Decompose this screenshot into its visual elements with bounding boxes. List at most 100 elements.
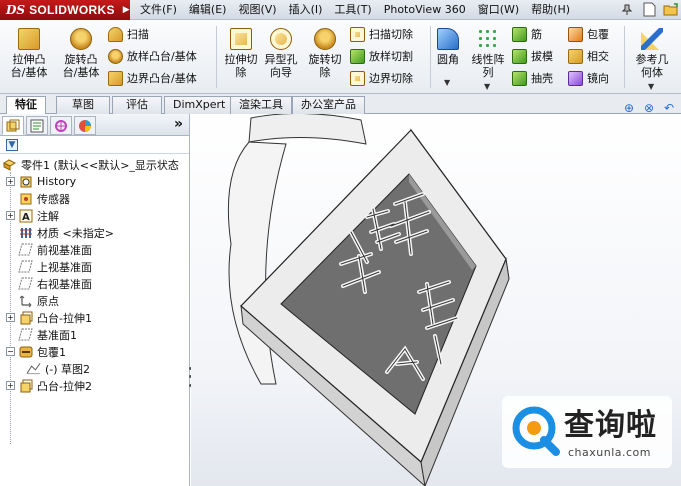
menu-view[interactable]: 视图(V) [238,0,276,20]
tree-item-label: 材质 <未指定> [37,226,114,240]
wrap-button[interactable]: 包覆 [568,24,609,44]
reference-geometry-dropdown-icon[interactable]: ▼ [648,82,654,91]
tab-dimxpert[interactable]: DimXpert [164,96,235,114]
shell-button[interactable]: 抽壳 [512,68,553,88]
tree-item-label: History [37,175,77,188]
menu-window[interactable]: 窗口(W) [478,0,519,20]
plane-icon [18,277,33,291]
property-icon [30,119,44,132]
chaxunla-logo-icon [512,406,560,456]
tree-item-part[interactable]: 零件1 (默认<<默认>_显示状态 [2,156,179,173]
sweep-button[interactable]: 扫描 [108,24,149,44]
zoom-to-fit-icon[interactable]: ⊕ [621,101,637,115]
revolve-cut-button[interactable]: 旋转切 除 [300,26,350,79]
reference-geometry-icon [641,28,663,50]
menu-insert[interactable]: 插入(I) [289,0,323,20]
revolve-boss-button[interactable]: 旋转凸 台/基体 [56,26,106,79]
feature-tree: 零件1 (默认<<默认>_显示状态 + History 传感器 + A 注解 材… [0,154,189,484]
tree-item-label: 原点 [37,294,59,308]
tree-item-boss-extrude2[interactable]: + 凸台-拉伸2 [6,377,92,394]
tree-item-right-plane[interactable]: 右视基准面 [6,275,92,292]
plane-icon [18,243,33,257]
hole-wizard-button[interactable]: 异型孔 向导 [256,26,306,79]
boundary-boss-button[interactable]: 边界凸台/基体 [108,68,197,88]
rib-label: 筋 [531,28,542,41]
tab-evaluate[interactable]: 评估 [112,96,162,114]
logo-menu-arrow-icon[interactable]: ▶ [123,5,130,15]
panel-expand-icon[interactable]: » [174,116,183,132]
sweep-icon [108,26,123,42]
expand-toggle-icon[interactable]: + [6,381,15,390]
open-folder-icon[interactable] [661,1,681,18]
expand-toggle-icon[interactable]: + [6,313,15,322]
tab-office-products[interactable]: 办公室产品 [292,96,365,114]
rib-button[interactable]: 筋 [512,24,542,44]
fillet-dropdown-icon[interactable]: ▼ [444,78,450,87]
tab-sketch[interactable]: 草图 [56,96,110,114]
boundary-cut-button[interactable]: 边界切除 [350,68,413,88]
draft-button[interactable]: 拔模 [512,46,553,66]
pattern-dropdown-icon[interactable]: ▼ [484,82,490,91]
boundary-boss-label: 边界凸台/基体 [127,72,197,85]
tree-item-sensors[interactable]: 传感器 [6,190,70,207]
sketch-icon [26,362,41,376]
menu-file[interactable]: 文件(F) [140,0,177,20]
pin-icon[interactable] [617,1,637,18]
tree-item-plane1[interactable]: 基准面1 [6,326,77,343]
linear-pattern-button[interactable]: 线性阵 列 [466,26,510,79]
hole-wizard-icon [270,28,292,50]
new-document-icon[interactable] [639,1,659,18]
mirror-button[interactable]: 镜向 [568,68,609,88]
tree-item-origin[interactable]: 原点 [6,292,59,309]
property-manager-tab[interactable] [26,116,48,135]
display-manager-tab[interactable] [74,116,96,135]
wrap-icon [568,26,583,42]
extrude-boss-label-1: 拉伸凸 [12,53,46,66]
tree-item-history[interactable]: + History [6,173,76,190]
menu-help[interactable]: 帮助(H) [531,0,570,20]
tab-features[interactable]: 特征 [6,96,46,115]
extrude-boss-button[interactable]: 拉伸凸 台/基体 [4,26,54,79]
menu-edit[interactable]: 编辑(E) [189,0,227,20]
intersect-button[interactable]: 相交 [568,46,609,66]
fillet-icon [437,28,459,50]
extrude-boss-icon [18,28,40,50]
menu-photoview[interactable]: PhotoView 360 [384,0,466,20]
command-manager-ribbon: 拉伸凸 台/基体 旋转凸 台/基体 扫描 放样凸台/基体 边界凸台/基体 拉伸切… [0,20,681,94]
tree-item-annotations[interactable]: + A 注解 [6,207,59,224]
tree-item-material[interactable]: 材质 <未指定> [6,224,114,241]
mirror-label: 镜向 [587,72,609,85]
expand-toggle-icon[interactable]: + [6,177,15,186]
tree-item-boss-extrude1[interactable]: + 凸台-拉伸1 [6,309,92,326]
tree-item-sketch2[interactable]: (-) 草图2 [26,360,90,377]
intersect-icon [568,48,583,64]
tree-item-top-plane[interactable]: 上视基准面 [6,258,92,275]
filter-icon[interactable]: ▼ [6,138,18,151]
collapse-toggle-icon[interactable]: − [6,347,15,356]
plane-icon [18,260,33,274]
previous-view-icon[interactable]: ↶ [661,101,677,115]
feature-manager-tab[interactable] [2,116,24,135]
fillet-button[interactable]: 圆角 [428,26,468,66]
hole-wizard-label-2: 向导 [270,66,292,79]
tree-item-wrap1[interactable]: − 包覆1 [6,343,66,360]
tree-item-front-plane[interactable]: 前视基准面 [6,241,92,258]
part-icon [2,158,17,172]
history-icon [18,175,33,189]
solidworks-logo[interactable]: DS SOLIDWORKS ▶ [0,0,130,20]
extrude-boss-label-2: 台/基体 [10,66,48,79]
reference-geometry-button[interactable]: 参考几 何体 [628,26,676,79]
expand-toggle-icon[interactable]: + [6,211,15,220]
loft-cut-button[interactable]: 放样切割 [350,46,413,66]
menu-tools[interactable]: 工具(T) [334,0,371,20]
tab-render-tools[interactable]: 渲染工具 [230,96,292,114]
rib-icon [512,26,527,42]
watermark-url: chaxunla.com [568,446,651,459]
loft-boss-button[interactable]: 放样凸台/基体 [108,46,197,66]
config-manager-tab[interactable] [50,116,72,135]
loft-cut-label: 放样切割 [369,50,413,63]
feature-manager-panel: » ▼ 零件1 (默认<<默认>_显示状态 + History 传感器 + A … [0,114,190,486]
sweep-cut-button[interactable]: 扫描切除 [350,24,413,44]
tree-item-label: 注解 [37,209,59,223]
zoom-to-area-icon[interactable]: ⊗ [641,101,657,115]
